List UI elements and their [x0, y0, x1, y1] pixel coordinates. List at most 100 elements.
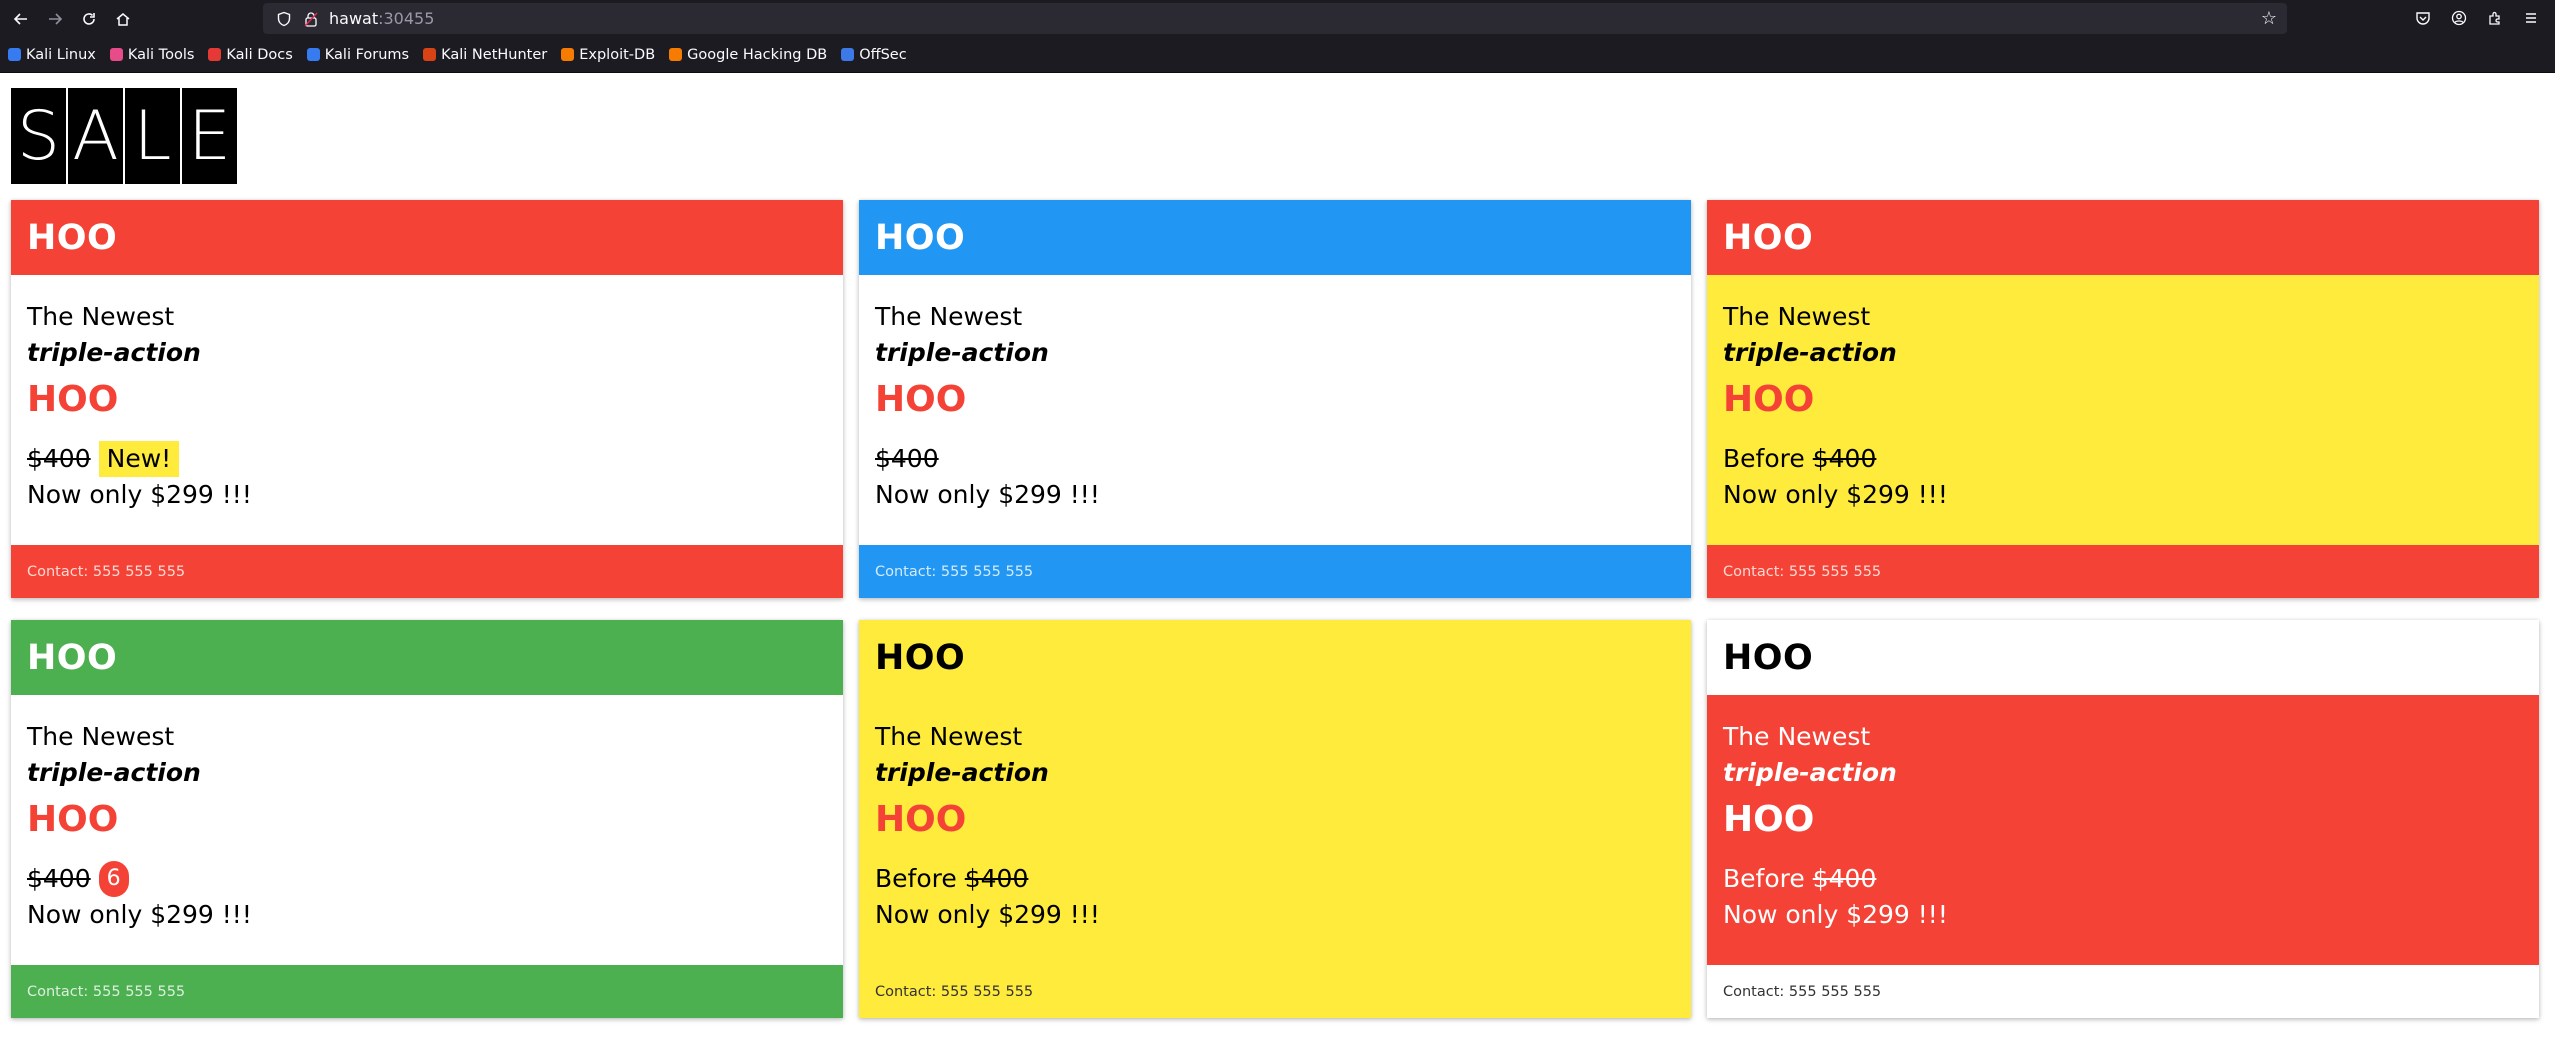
card-tagline: The Newest	[27, 302, 175, 331]
count-badge: 6	[98, 861, 129, 897]
card-subtitle: triple-action	[875, 758, 1049, 787]
bookmark-star-icon[interactable]: ☆	[2261, 8, 2277, 29]
sale-price: Now only $299 !!!	[27, 480, 252, 509]
kali-docs-icon	[208, 48, 222, 61]
card-product-name: HOO	[27, 799, 119, 840]
card-product-name: HOO	[1723, 799, 1815, 840]
card-title: HOO	[1723, 637, 1814, 678]
card-header: HOO	[1707, 620, 2539, 695]
url-host: hawat	[329, 9, 379, 28]
nethunter-icon	[423, 48, 437, 61]
menu-icon[interactable]	[2513, 3, 2549, 33]
card-header: HOO	[859, 200, 1691, 275]
bookmark-kali-linux[interactable]: Kali Linux	[8, 47, 96, 63]
sale-letter: S	[11, 88, 66, 184]
price-line: Before $400	[1723, 441, 2523, 477]
bookmark-google-hacking-db[interactable]: Google Hacking DB	[669, 47, 827, 63]
card-footer: Contact: 555 555 555	[859, 965, 1691, 1018]
browser-toolbar: hawat:30455 ☆	[0, 0, 2555, 37]
sale-price: Now only $299 !!!	[1723, 480, 1948, 509]
forward-arrow-icon[interactable]	[38, 4, 72, 34]
product-card: HOO The Newest triple-action HOO $400 Ne…	[11, 200, 843, 598]
bookmark-offsec[interactable]: OffSec	[841, 47, 907, 63]
extensions-icon[interactable]	[2477, 3, 2513, 33]
new-tag: New!	[98, 441, 180, 477]
card-footer: Contact: 555 555 555	[1707, 965, 2539, 1018]
card-body: The Newest triple-action HOO Before $400…	[1707, 275, 2539, 545]
card-footer: Contact: 555 555 555	[11, 545, 843, 598]
kali-forums-icon	[306, 48, 320, 61]
bookmarks-toolbar: Kali Linux Kali Tools Kali Docs Kali For…	[0, 37, 2555, 72]
card-product-name: HOO	[1723, 379, 1815, 420]
bookmark-label: Kali Tools	[127, 46, 195, 63]
product-card: HOO The Newest triple-action HOO $400 No…	[859, 200, 1691, 598]
browser-chrome: hawat:30455 ☆ Kali Linux Kali Tools Kal…	[0, 0, 2555, 72]
card-product-name: HOO	[27, 379, 119, 420]
card-footer: Contact: 555 555 555	[1707, 545, 2539, 598]
sale-price: Now only $299 !!!	[875, 900, 1100, 929]
old-price: $400	[1812, 864, 1877, 893]
price-line: $400 New!	[27, 441, 827, 477]
card-body: The Newest triple-action HOO $400 6 Now …	[11, 695, 843, 965]
card-header: HOO	[1707, 200, 2539, 275]
before-label: Before	[1723, 864, 1805, 893]
back-arrow-icon[interactable]	[4, 4, 38, 34]
bookmark-label: Kali Linux	[26, 46, 96, 63]
pocket-icon[interactable]	[2405, 3, 2441, 33]
exploit-db-icon	[561, 48, 575, 61]
product-card: HOO The Newest triple-action HOO Before …	[1707, 620, 2539, 1018]
card-body: The Newest triple-action HOO $400 Now on…	[859, 275, 1691, 545]
bookmark-label: Google Hacking DB	[687, 46, 828, 63]
contact-text: Contact: 555 555 555	[875, 983, 1034, 1000]
card-footer: Contact: 555 555 555	[11, 965, 843, 1018]
sale-price: Now only $299 !!!	[1723, 900, 1948, 929]
contact-text: Contact: 555 555 555	[27, 983, 186, 1000]
product-card: HOO The Newest triple-action HOO Before …	[1707, 200, 2539, 598]
old-price: $400	[964, 864, 1029, 893]
reload-icon[interactable]	[72, 4, 106, 34]
card-subtitle: triple-action	[27, 338, 201, 367]
url-port: :30455	[378, 9, 435, 28]
card-subtitle: triple-action	[1723, 338, 1897, 367]
contact-text: Contact: 555 555 555	[1723, 983, 1882, 1000]
bookmark-label: Kali Docs	[226, 46, 293, 63]
shield-icon[interactable]	[275, 10, 293, 28]
sale-price: Now only $299 !!!	[875, 480, 1100, 509]
bookmark-kali-nethunter[interactable]: Kali NetHunter	[423, 47, 547, 63]
card-tagline: The Newest	[27, 722, 175, 751]
insecure-lock-icon[interactable]	[303, 10, 319, 28]
card-body: The Newest triple-action HOO Before $400…	[859, 695, 1691, 965]
account-icon[interactable]	[2441, 3, 2477, 33]
bookmark-label: Kali Forums	[324, 46, 410, 63]
card-header: HOO	[11, 200, 843, 275]
card-title: HOO	[27, 637, 118, 678]
card-body: The Newest triple-action HOO Before $400…	[1707, 695, 2539, 965]
card-header: HOO	[11, 620, 843, 695]
product-card: HOO The Newest triple-action HOO Before …	[859, 620, 1691, 1018]
offsec-icon	[841, 48, 855, 61]
card-subtitle: triple-action	[875, 338, 1049, 367]
bookmark-label: Kali NetHunter	[441, 46, 548, 63]
bookmark-kali-forums[interactable]: Kali Forums	[306, 46, 410, 63]
before-label: Before	[875, 864, 957, 893]
card-subtitle: triple-action	[27, 758, 201, 787]
toolbar-right-icons	[2405, 3, 2549, 33]
home-icon[interactable]	[106, 4, 140, 34]
contact-text: Contact: 555 555 555	[1723, 563, 1882, 580]
price-line: Before $400	[1723, 861, 2523, 897]
old-price: $400	[27, 864, 91, 893]
bookmark-kali-docs[interactable]: Kali Docs	[208, 46, 293, 63]
sale-letter: E	[182, 88, 237, 184]
card-title: HOO	[1723, 217, 1814, 258]
bookmark-kali-tools[interactable]: Kali Tools	[109, 46, 195, 63]
product-card: HOO The Newest triple-action HOO $400 6 …	[11, 620, 843, 1018]
card-product-name: HOO	[875, 799, 967, 840]
old-price: $400	[1812, 444, 1877, 473]
bookmark-exploit-db[interactable]: Exploit-DB	[561, 47, 655, 63]
before-label: Before	[1723, 444, 1805, 473]
sale-logo: S A L E	[11, 88, 239, 184]
bookmark-label: OffSec	[859, 46, 907, 63]
address-bar[interactable]: hawat:30455 ☆	[263, 3, 2287, 34]
page-content: S A L E HOO The Newest triple-action HOO…	[0, 73, 2555, 1042]
nav-buttons	[4, 4, 140, 34]
